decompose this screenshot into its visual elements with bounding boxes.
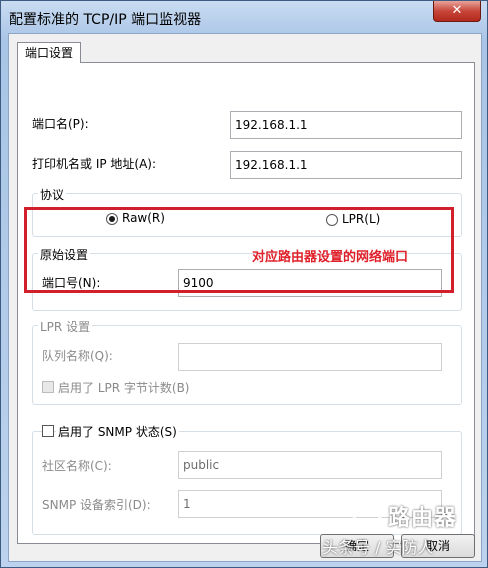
community-name-label: 社区名称(C): (42, 459, 112, 473)
annotation-text: 对应路由器设置的网络端口 (252, 250, 409, 265)
port-name-input[interactable]: 192.168.1.1 (230, 111, 462, 139)
watermark-logo-text: 路由器 (388, 506, 458, 531)
snmp-checkbox-label[interactable]: 启用了 SNMP 状态(S) (56, 423, 179, 440)
dialog-client-area: 端口设置 端口名(P): 192.168.1.1 打印机名或 IP 地址(A):… (8, 33, 482, 562)
watermark-logo-icon (352, 498, 382, 528)
lpr-settings-title: LPR 设置 (38, 318, 93, 335)
snmp-index-label: SNMP 设备索引(D): (42, 498, 151, 512)
lpr-byte-count-label: 启用了 LPR 字节计数(B) (58, 381, 190, 395)
window-title: 配置标准的 TCP/IP 端口监视器 (9, 12, 202, 28)
port-name-label: 端口名(P): (32, 117, 89, 131)
close-button[interactable]: ✕ (433, 1, 481, 22)
queue-name-label: 队列名称(Q): (42, 349, 113, 363)
watermark-caption: 头条号 / 实防人 (322, 538, 434, 557)
printer-name-label: 打印机名或 IP 地址(A): (32, 157, 157, 171)
protocol-group-title: 协议 (38, 186, 67, 203)
tab-panel: 端口名(P): 192.168.1.1 打印机名或 IP 地址(A): 192.… (17, 62, 475, 544)
title-bar[interactable]: 配置标准的 TCP/IP 端口监视器 ✕ (1, 1, 487, 33)
lpr-byte-count-checkbox (42, 381, 54, 393)
printer-name-input[interactable]: 192.168.1.1 (230, 151, 462, 179)
queue-name-input (178, 343, 442, 371)
snmp-checkbox[interactable] (42, 425, 54, 437)
close-icon: ✕ (451, 3, 463, 18)
tab-port-settings[interactable]: 端口设置 (17, 42, 81, 63)
community-name-input: public (178, 451, 442, 479)
